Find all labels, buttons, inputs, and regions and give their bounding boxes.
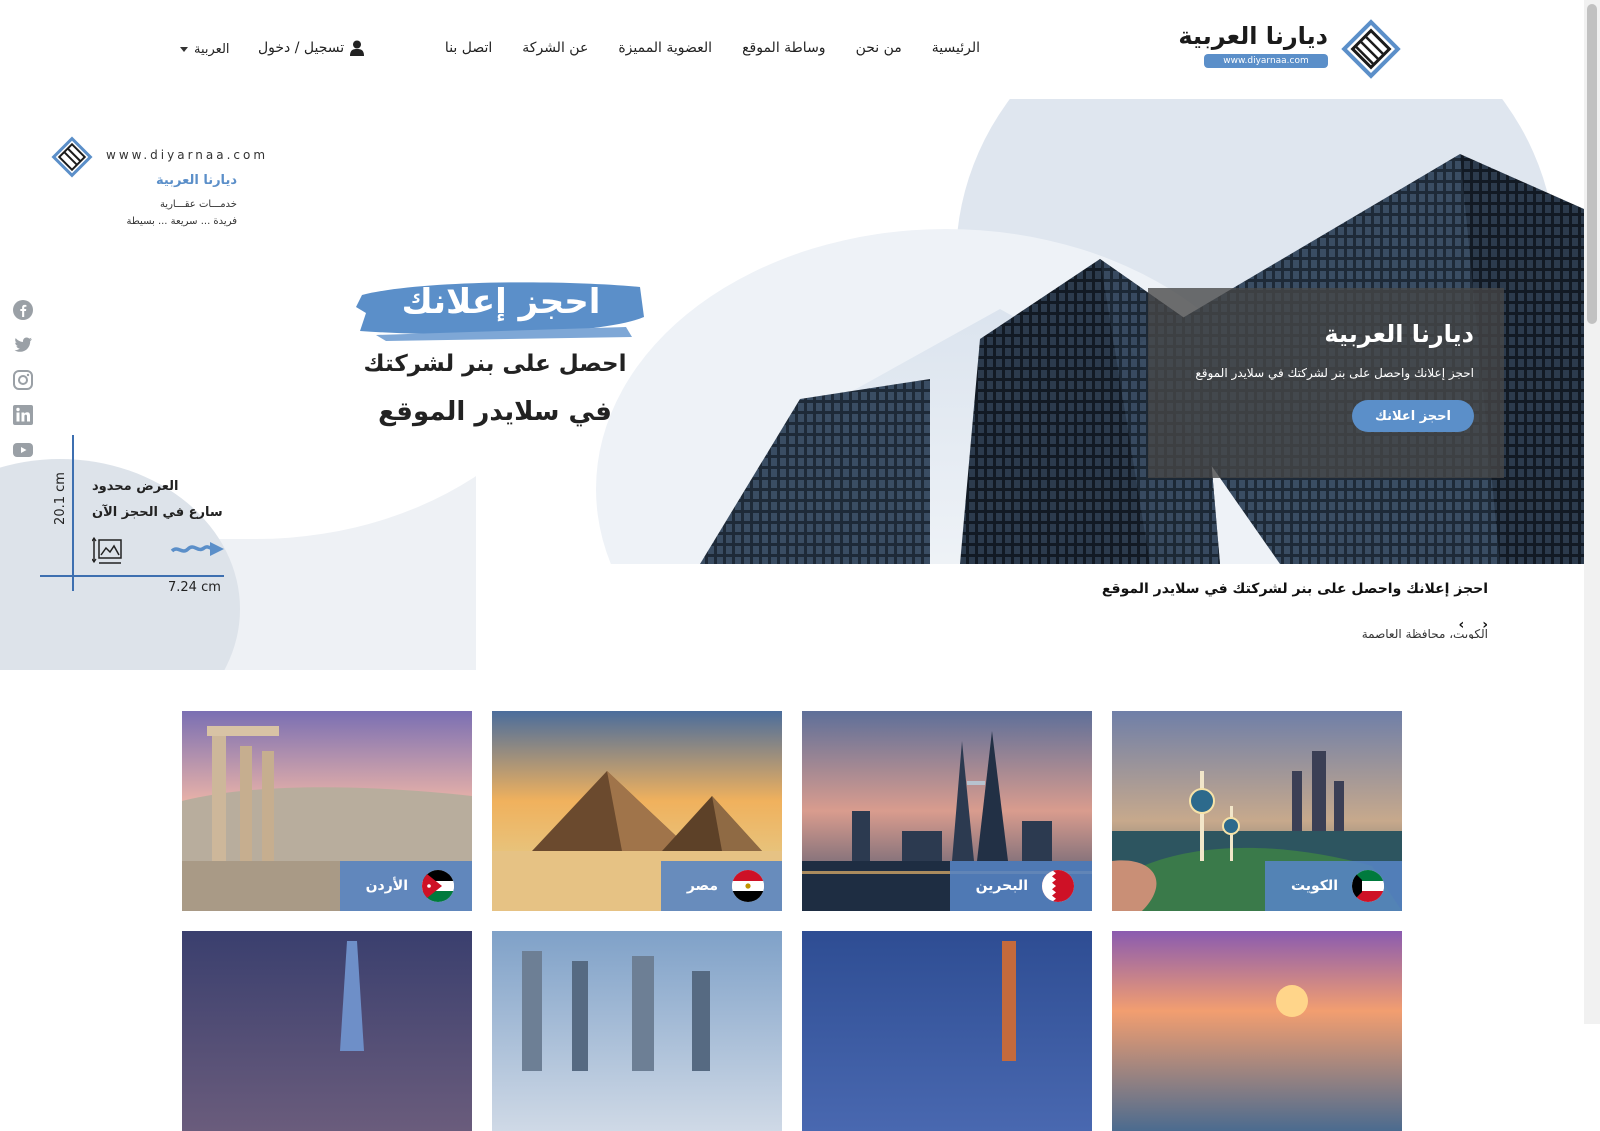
nav-home[interactable]: الرئيسية (932, 40, 980, 56)
country-name: الكويت (1290, 878, 1338, 894)
country-card-row2-3[interactable] (492, 931, 782, 1131)
brush-title: احجز إعلانك (401, 282, 601, 322)
login-label: تسجيل / دخول (258, 40, 345, 56)
sunset-coast-image (1112, 931, 1402, 1131)
country-name: الأردن (365, 878, 408, 894)
promo-line-1: احصل على بنر لشركتك (363, 351, 627, 377)
slide-caption: احجز إعلانك واحصل على بنر لشركتك في سلاي… (1101, 581, 1488, 639)
scrollbar-thumb[interactable] (1587, 4, 1597, 324)
slide-text: احجز إعلانك واحصل على بنر لشركتك في سلاي… (1195, 366, 1474, 380)
language-selector[interactable]: العربية (180, 42, 230, 57)
offer-line-1: العرض محدود (92, 479, 179, 494)
tower-night-image (802, 931, 1092, 1131)
user-icon (350, 40, 365, 56)
country-card-bahrain[interactable]: البحرين (802, 711, 1092, 911)
nav-site-brokerage[interactable]: وساطة الموقع (742, 40, 825, 56)
linkedin-icon[interactable] (12, 404, 34, 426)
country-label: مصر (660, 861, 782, 911)
nav-contact-us[interactable]: اتصل بنا (445, 40, 492, 56)
dimension-line-vertical (72, 435, 74, 591)
dimension-line-horizontal (40, 575, 224, 577)
small-brand: ديارنا العربية (155, 173, 237, 188)
offer-line-2: سارع في الحجز الآن (92, 505, 223, 520)
small-url: www.diyarnaa.com (106, 148, 269, 162)
dimension-width-label: 7.24 cm (168, 580, 221, 595)
dimension-height-label: 20.1 cm (52, 472, 68, 525)
caption-location: الكويت، محافظة العاصمة (1361, 627, 1488, 639)
country-card-row2-4[interactable] (182, 931, 472, 1131)
promo-line-2: في سلايدر الموقع (378, 397, 612, 427)
country-card-row2-2[interactable] (802, 931, 1092, 1131)
riyadh-night-image (182, 931, 472, 1131)
logo-mark-icon (1341, 19, 1401, 79)
twitter-icon[interactable] (12, 334, 34, 356)
login-link[interactable]: تسجيل / دخول (258, 40, 365, 56)
slide-title: ديارنا العربية (1324, 320, 1474, 348)
language-label: العربية (194, 42, 230, 57)
country-label: الكويت (1264, 861, 1402, 911)
nav-about-company[interactable]: عن الشركة (522, 40, 588, 56)
arrow-right-icon (170, 542, 224, 556)
resize-icon (92, 536, 122, 564)
country-label: البحرين (949, 861, 1092, 911)
country-label: الأردن (339, 861, 472, 911)
youtube-icon[interactable] (12, 439, 34, 461)
social-links (12, 299, 34, 461)
main-nav: الرئيسية من نحن وساطة الموقع العضوية الم… (445, 40, 980, 56)
slide-overlay: ديارنا العربية احجز إعلانك واحصل على بنر… (1148, 288, 1504, 478)
small-logo-icon (51, 136, 93, 178)
facebook-icon[interactable] (12, 299, 34, 321)
bahrain-flag-icon (1042, 870, 1074, 902)
egypt-flag-icon (732, 870, 764, 902)
nav-premium-membership[interactable]: العضوية المميزة (618, 40, 712, 56)
small-tagline-2: فريدة ... سريعة ... بسيطة (126, 216, 237, 227)
jordan-flag-icon (422, 870, 454, 902)
country-card-row2-1[interactable] (1112, 931, 1402, 1131)
country-card-kuwait[interactable]: الكويت (1112, 711, 1402, 911)
country-name: البحرين (975, 878, 1028, 894)
instagram-icon[interactable] (12, 369, 34, 391)
caption-title: احجز إعلانك واحصل على بنر لشركتك في سلاي… (1101, 581, 1488, 597)
doha-skyline-image (492, 931, 782, 1131)
small-tagline-1: خدمـــات عقـــارية (159, 199, 237, 210)
logo-url: www.diyarnaa.com (1204, 54, 1328, 68)
nav-about-us[interactable]: من نحن (856, 40, 902, 56)
hero-slider: ديارنا العربية احجز إعلانك واحصل على بنر… (0, 99, 1584, 670)
site-header: ديارنا العربية www.diyarnaa.com الرئيسية… (0, 0, 1584, 99)
site-logo[interactable]: ديارنا العربية www.diyarnaa.com (1178, 18, 1402, 80)
country-name: مصر (686, 878, 718, 894)
country-card-egypt[interactable]: مصر (492, 711, 782, 911)
logo-title: ديارنا العربية (1178, 22, 1328, 50)
kuwait-flag-icon (1352, 870, 1384, 902)
caret-down-icon (180, 47, 188, 52)
page-scrollbar[interactable] (1584, 0, 1600, 1024)
country-card-jordan[interactable]: الأردن (182, 711, 472, 911)
book-ad-button[interactable]: احجز اعلانك (1352, 400, 1474, 432)
